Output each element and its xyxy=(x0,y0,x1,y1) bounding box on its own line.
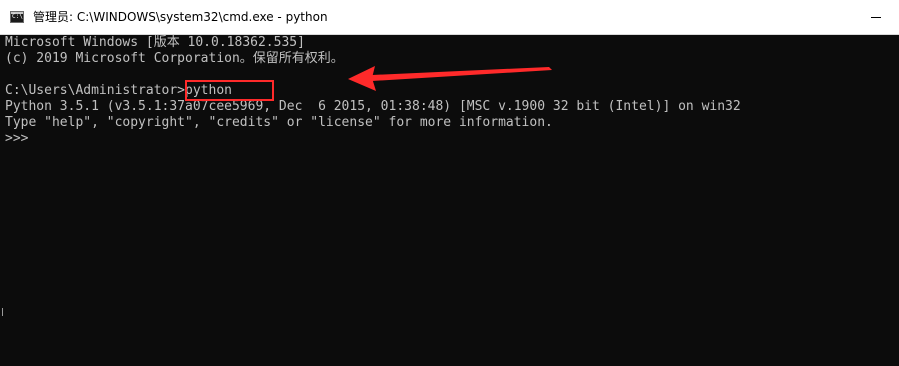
minimize-icon xyxy=(871,17,881,18)
console-line-copyright: (c) 2019 Microsoft Corporation。保留所有权利。 xyxy=(5,51,344,66)
window-title: 管理员: C:\WINDOWS\system32\cmd.exe - pytho… xyxy=(33,10,328,24)
title-bar[interactable]: C:\ 管理员: C:\WINDOWS\system32\cmd.exe - p… xyxy=(0,0,899,35)
console-line-command: C:\Users\Administrator>python xyxy=(5,83,899,99)
python-repl-prompt[interactable]: >>> xyxy=(5,131,899,147)
console-output[interactable]: Microsoft Windows [版本 10.0.18362.535] (c… xyxy=(0,35,899,366)
window-edge-mark xyxy=(2,308,6,316)
cmd-icon-glyph: C:\ xyxy=(12,13,23,20)
command-prompt: C:\Users\Administrator> xyxy=(5,83,186,98)
command-highlight-box xyxy=(185,80,274,101)
cmd-icon[interactable]: C:\ xyxy=(10,11,24,23)
minimize-button[interactable] xyxy=(853,0,899,34)
console-line-help: Type "help", "copyright", "credits" or "… xyxy=(5,115,553,130)
console-line-python-version: Python 3.5.1 (v3.5.1:37a07cee5969, Dec 6… xyxy=(5,99,741,114)
console-line-version: Microsoft Windows [版本 10.0.18362.535] xyxy=(5,35,305,50)
cmd-window: C:\ 管理员: C:\WINDOWS\system32\cmd.exe - p… xyxy=(0,0,899,366)
